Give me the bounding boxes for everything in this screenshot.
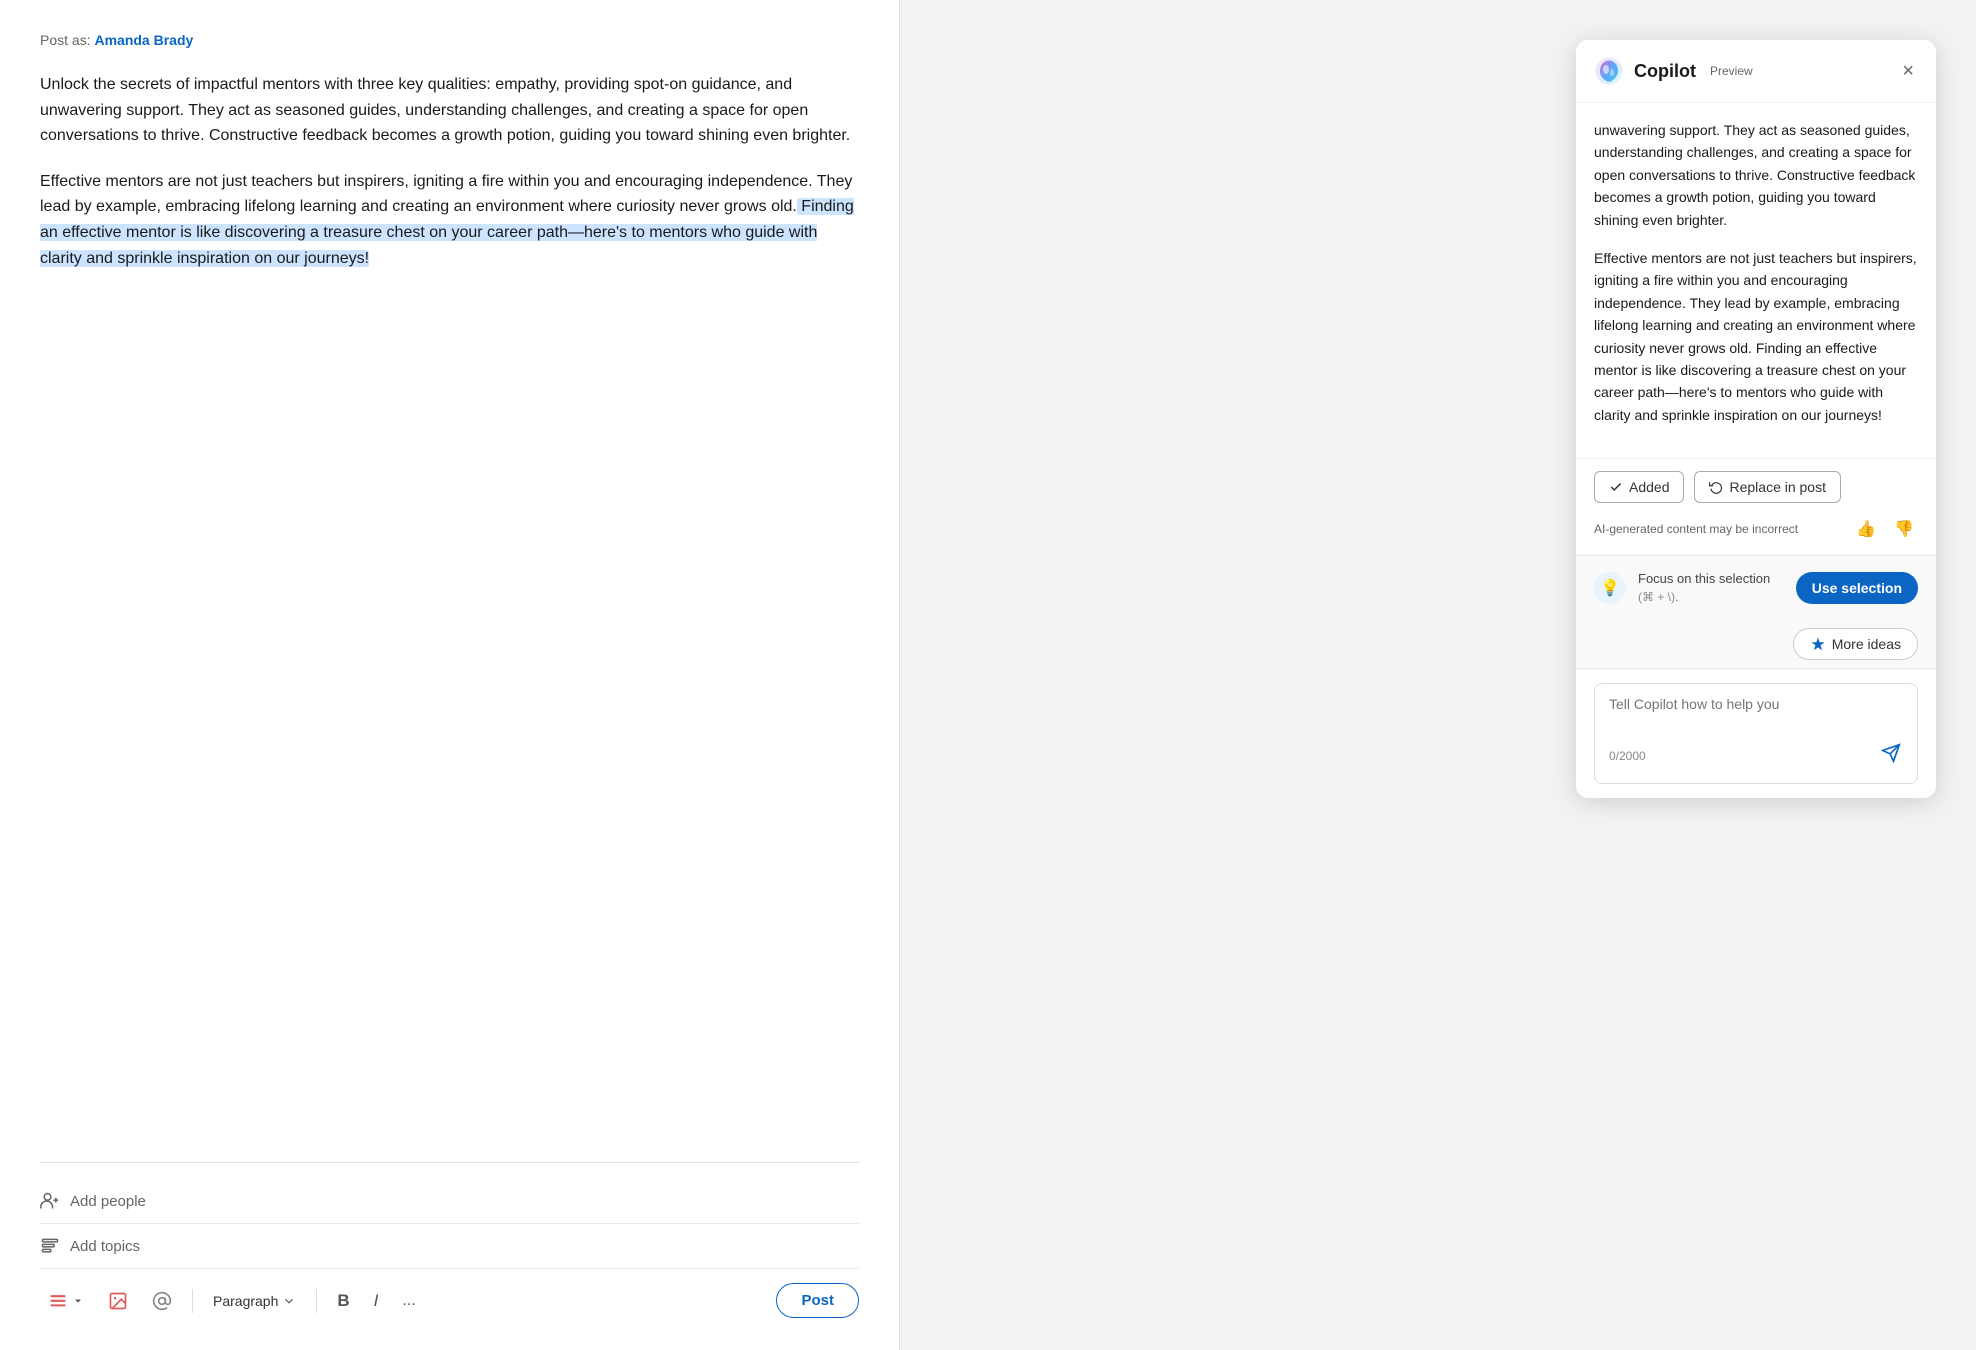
bold-btn[interactable]: B xyxy=(329,1285,357,1317)
list-icon-btn[interactable] xyxy=(40,1285,92,1317)
copilot-logo-icon xyxy=(1594,56,1624,86)
copilot-title: Copilot xyxy=(1634,61,1696,82)
copilot-content-p2: Effective mentors are not just teachers … xyxy=(1594,247,1918,426)
focus-section: 💡 Focus on this selection (⌘ + \). Use s… xyxy=(1576,555,1936,620)
more-ideas-button[interactable]: More ideas xyxy=(1793,628,1918,660)
char-count: 0/2000 xyxy=(1609,749,1646,763)
copilot-preview-badge: Preview xyxy=(1710,64,1753,78)
thumbs-up-button[interactable]: 👍 xyxy=(1852,515,1880,543)
copilot-panel: Copilot Preview × unwavering support. Th… xyxy=(1576,40,1936,798)
copilot-input-section: 0/2000 xyxy=(1576,668,1936,798)
post-paragraph-2[interactable]: Effective mentors are not just teachers … xyxy=(40,169,859,271)
more-ideas-label: More ideas xyxy=(1832,636,1901,652)
copilot-header: Copilot Preview × xyxy=(1576,40,1936,103)
list-icon xyxy=(48,1291,68,1311)
post-paragraph-1[interactable]: Unlock the secrets of impactful mentors … xyxy=(40,72,859,149)
image-icon xyxy=(108,1291,128,1311)
post-paragraph-2-normal: Effective mentors are not just teachers … xyxy=(40,173,852,216)
add-topics-label: Add topics xyxy=(70,1238,140,1255)
more-ideas-row: More ideas xyxy=(1576,620,1936,668)
copilot-content-p1: unwavering support. They act as seasoned… xyxy=(1594,119,1918,231)
checkmark-icon xyxy=(1609,480,1623,494)
toolbar: Paragraph B I ... Post xyxy=(40,1269,859,1318)
add-topics-row[interactable]: Add topics xyxy=(40,1224,859,1269)
replace-in-post-button[interactable]: Replace in post xyxy=(1694,471,1841,503)
post-footer: Add people Add topics xyxy=(40,1162,859,1318)
use-selection-button[interactable]: Use selection xyxy=(1796,572,1918,604)
lightbulb-icon: 💡 xyxy=(1594,572,1626,604)
add-people-label: Add people xyxy=(70,1193,146,1210)
replace-icon xyxy=(1709,480,1723,494)
toolbar-separator-2 xyxy=(316,1289,317,1313)
add-topics-icon xyxy=(40,1236,60,1256)
post-as-name[interactable]: Amanda Brady xyxy=(94,32,193,48)
send-button[interactable] xyxy=(1879,741,1903,771)
send-icon xyxy=(1881,743,1901,763)
copilot-input-footer: 0/2000 xyxy=(1609,741,1903,771)
copilot-close-button[interactable]: × xyxy=(1898,57,1918,85)
post-button[interactable]: Post xyxy=(776,1283,859,1318)
paragraph-label: Paragraph xyxy=(213,1293,278,1309)
mention-icon-btn[interactable] xyxy=(144,1285,180,1317)
image-icon-btn[interactable] xyxy=(100,1285,136,1317)
add-people-icon xyxy=(40,1191,60,1211)
replace-in-post-label: Replace in post xyxy=(1729,479,1826,495)
add-people-row[interactable]: Add people xyxy=(40,1179,859,1224)
focus-label: Focus on this selection xyxy=(1638,571,1770,586)
copilot-content: unwavering support. They act as seasoned… xyxy=(1576,103,1936,458)
paragraph-chevron-icon xyxy=(282,1294,296,1308)
copilot-input[interactable] xyxy=(1609,696,1903,728)
focus-shortcut: (⌘ + \). xyxy=(1638,590,1678,604)
at-icon xyxy=(152,1291,172,1311)
copilot-input-wrapper[interactable]: 0/2000 xyxy=(1594,683,1918,784)
toolbar-separator-1 xyxy=(192,1289,193,1313)
feedback-row: AI-generated content may be incorrect 👍 … xyxy=(1576,515,1936,555)
italic-btn[interactable]: I xyxy=(366,1285,387,1317)
added-label: Added xyxy=(1629,479,1669,495)
copilot-actions-row: Added Replace in post xyxy=(1576,458,1936,515)
post-content[interactable]: Unlock the secrets of impactful mentors … xyxy=(40,72,859,1146)
editor-panel: Post as: Amanda Brady Unlock the secrets… xyxy=(0,0,900,1350)
post-as-label: Post as: xyxy=(40,32,91,48)
sparkle-icon xyxy=(1810,636,1826,652)
chevron-down-icon xyxy=(72,1295,84,1307)
focus-text: Focus on this selection (⌘ + \). xyxy=(1638,570,1784,606)
ai-feedback-label: AI-generated content may be incorrect xyxy=(1594,522,1842,536)
paragraph-dropdown-btn[interactable]: Paragraph xyxy=(205,1287,304,1315)
added-button[interactable]: Added xyxy=(1594,471,1684,503)
post-as-line: Post as: Amanda Brady xyxy=(40,32,859,48)
thumbs-down-button[interactable]: 👎 xyxy=(1890,515,1918,543)
more-options-btn[interactable]: ... xyxy=(394,1286,423,1316)
